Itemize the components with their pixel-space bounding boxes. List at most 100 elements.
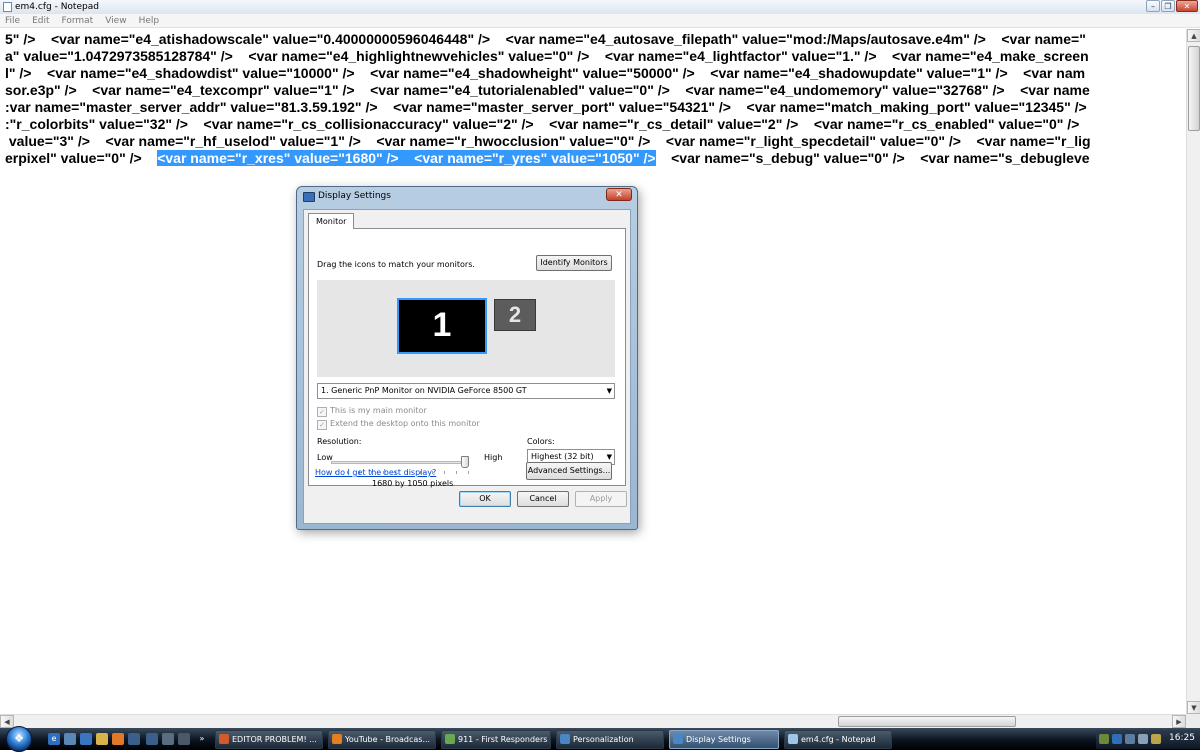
best-display-help-link[interactable]: How do I get the best display? [315, 468, 436, 477]
start-button-icon[interactable]: ❖ [6, 726, 32, 752]
monitor-icon [303, 192, 315, 202]
cancel-button[interactable]: Cancel [517, 491, 569, 507]
text-line: l" /> <var name="e4_shadowdist" value="1… [5, 65, 1086, 81]
taskbar-button[interactable]: Personalization [556, 730, 664, 749]
notepad-titlebar[interactable]: em4.cfg - Notepad – ❐ ✕ [0, 0, 1200, 15]
maximize-icon[interactable]: ❐ [1161, 0, 1175, 12]
taskbar-button-label: em4.cfg - Notepad [801, 735, 876, 744]
menu-bar: File Edit Format View Help [0, 14, 1200, 28]
text-line: value="3" /> <var name="r_hf_uselod" val… [5, 133, 1091, 149]
taskbar-button[interactable]: EDITOR PROBLEM! ... [215, 730, 323, 749]
resolution-label: Resolution: [317, 437, 362, 446]
resize-grip[interactable] [1186, 714, 1200, 728]
vertical-scrollbar[interactable]: ▲ ▼ [1186, 29, 1200, 714]
display-settings-dialog: Display Settings ✕ Monitor Drag the icon… [296, 186, 638, 530]
ie-icon[interactable]: e [48, 733, 60, 745]
clock[interactable]: 16:25 [1169, 733, 1195, 743]
scroll-down-icon[interactable]: ▼ [1187, 701, 1200, 714]
menu-help[interactable]: Help [139, 14, 160, 27]
app-icon[interactable] [146, 733, 158, 745]
text-before-selection: erpixel" value="0" /> [5, 150, 158, 166]
tray-icon[interactable] [1099, 734, 1109, 744]
window-icon [445, 734, 455, 744]
app-icon[interactable] [162, 733, 174, 745]
firefox-icon[interactable] [112, 733, 124, 745]
scroll-up-icon[interactable]: ▲ [1187, 29, 1200, 42]
text-after-selection: <var name="s_debug" value="0" /> <var na… [655, 150, 1090, 166]
text-line: sor.e3p" /> <var name="e4_texcompr" valu… [5, 82, 1090, 98]
taskbar-button[interactable]: Display Settings [669, 730, 779, 749]
advanced-settings-button[interactable]: Advanced Settings... [526, 462, 612, 480]
extend-desktop-label: Extend the desktop onto this monitor [330, 419, 480, 428]
more-icon[interactable]: » [196, 733, 208, 745]
window-icon [788, 734, 798, 744]
taskbar-button[interactable]: em4.cfg - Notepad [784, 730, 892, 749]
main-monitor-checkbox[interactable]: ✓ This is my main monitor [317, 406, 427, 417]
identify-monitors-button[interactable]: Identify Monitors [536, 255, 612, 271]
text-line: 5" /> <var name="e4_atishadowscale" valu… [5, 31, 1086, 47]
extend-desktop-checkbox[interactable]: ✓ Extend the desktop onto this monitor [317, 419, 480, 430]
resolution-slider[interactable] [331, 461, 469, 464]
selected-text[interactable]: <var name="r_xres" value="1680" /> <var … [157, 150, 656, 166]
monitor-arrangement-preview: 1 2 [317, 280, 615, 377]
dialog-close-icon[interactable]: ✕ [606, 188, 632, 201]
scroll-right-icon[interactable]: ▶ [1172, 715, 1186, 728]
notepad-app-icon [3, 2, 12, 12]
checkbox-checked-icon: ✓ [317, 420, 327, 430]
window-icon [560, 734, 570, 744]
monitor-1-icon[interactable]: 1 [397, 298, 487, 354]
switch-windows-icon[interactable] [80, 733, 92, 745]
horizontal-scrollbar[interactable]: ◀ ▶ [0, 714, 1186, 728]
explorer-icon[interactable] [96, 733, 108, 745]
steam-icon[interactable] [178, 733, 190, 745]
scroll-left-icon[interactable]: ◀ [0, 715, 14, 728]
monitor-select[interactable]: 1. Generic PnP Monitor on NVIDIA GeForce… [317, 383, 615, 399]
slider-high-label: High [484, 453, 503, 462]
taskbar-button-label: EDITOR PROBLEM! ... [232, 735, 317, 744]
minimize-icon[interactable]: – [1146, 0, 1160, 12]
app-icon[interactable] [128, 733, 140, 745]
window-controls: – ❐ ✕ [1146, 0, 1198, 14]
taskbar: ❖ e » EDITOR PROBLEM! ... YouTube - Broa… [0, 726, 1200, 752]
monitor-2-icon[interactable]: 2 [494, 299, 536, 331]
tray-icon[interactable] [1151, 734, 1161, 744]
system-tray: 16:25 [1096, 730, 1200, 749]
menu-edit[interactable]: Edit [32, 14, 49, 27]
window-icon [219, 734, 229, 744]
taskbar-button[interactable]: YouTube - Broadcas... [328, 730, 436, 749]
ok-button[interactable]: OK [459, 491, 511, 507]
monitor-tab-panel: Drag the icons to match your monitors. I… [308, 228, 626, 488]
colors-select-value: Highest (32 bit) [531, 452, 594, 461]
menu-view[interactable]: View [105, 14, 126, 27]
menu-format[interactable]: Format [62, 14, 94, 27]
taskbar-button-label: 911 - First Responders [458, 735, 548, 744]
drag-instruction: Drag the icons to match your monitors. [317, 260, 475, 269]
volume-icon[interactable] [1138, 734, 1148, 744]
monitor-select-value: 1. Generic PnP Monitor on NVIDIA GeForce… [321, 386, 527, 395]
dialog-titlebar[interactable]: Display Settings ✕ [297, 187, 637, 207]
window-icon [332, 734, 342, 744]
text-line-with-selection: erpixel" value="0" /> <var name="r_xres"… [5, 150, 1090, 167]
menu-file[interactable]: File [5, 14, 20, 27]
vertical-scroll-thumb[interactable] [1188, 46, 1200, 131]
tab-monitor[interactable]: Monitor [308, 213, 355, 229]
bluetooth-icon[interactable] [1112, 734, 1122, 744]
dropdown-arrow-icon: ▼ [606, 387, 612, 395]
close-icon[interactable]: ✕ [1176, 0, 1198, 12]
checkbox-checked-icon: ✓ [317, 407, 327, 417]
window-title: em4.cfg - Notepad [15, 2, 99, 12]
dialog-body: Monitor Drag the icons to match your mon… [303, 209, 631, 524]
horizontal-scroll-thumb[interactable] [838, 716, 1016, 727]
window-icon [673, 734, 683, 744]
network-icon[interactable] [1125, 734, 1135, 744]
taskbar-button[interactable]: 911 - First Responders [441, 730, 551, 749]
text-line: :var name="master_server_addr" value="81… [5, 99, 1087, 115]
dialog-title: Display Settings [318, 191, 391, 201]
taskbar-button-label: Personalization [573, 735, 634, 744]
show-desktop-icon[interactable] [64, 733, 76, 745]
apply-button[interactable]: Apply [575, 491, 627, 507]
colors-label: Colors: [527, 437, 555, 446]
taskbar-button-label: Display Settings [686, 735, 751, 744]
text-line: a" value="1.0472973585128784" /> <var na… [5, 48, 1089, 64]
resolution-slider-thumb[interactable] [461, 456, 469, 468]
